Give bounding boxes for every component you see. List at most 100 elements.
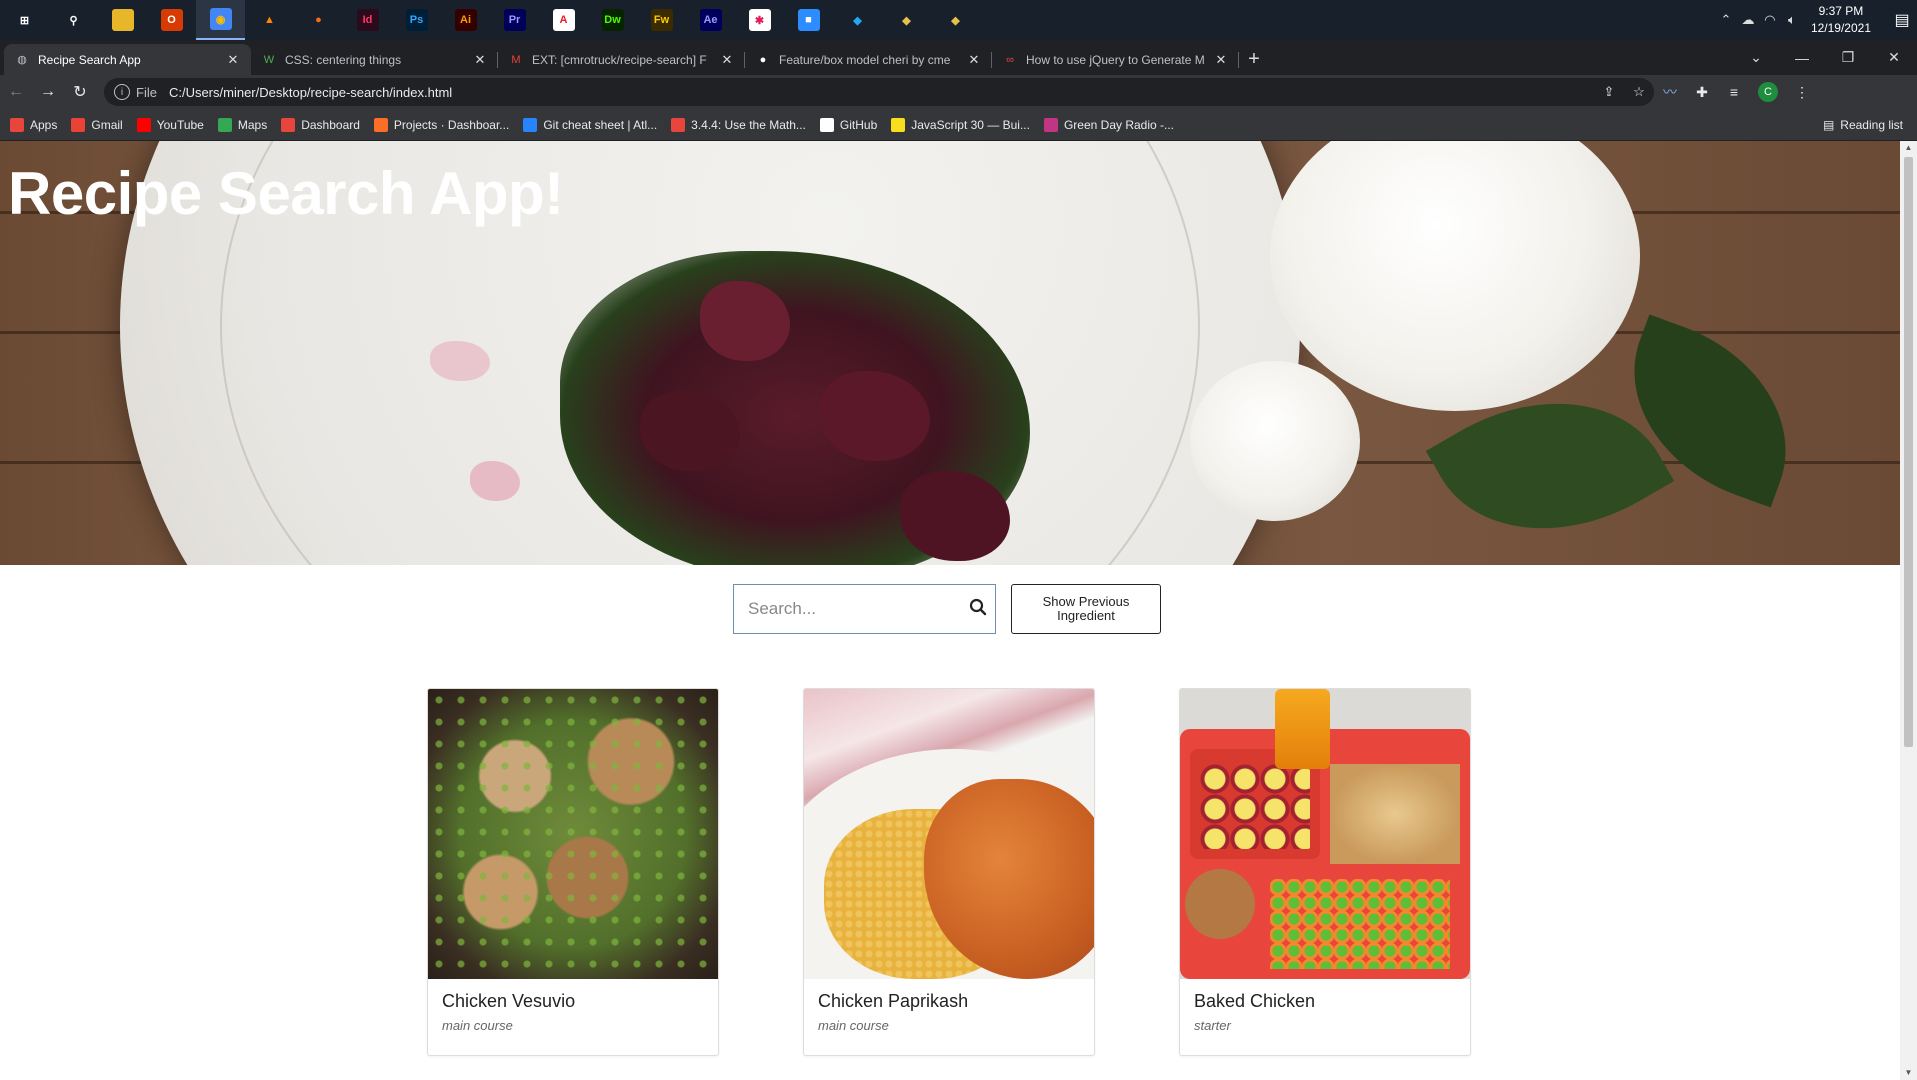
taskbar-fireworks-icon[interactable]: Fw: [637, 0, 686, 40]
recipe-category: main course: [442, 1018, 513, 1033]
taskbar-git-kraken-2-icon[interactable]: ◆: [931, 0, 980, 40]
tab-close-icon[interactable]: ✕: [1213, 52, 1229, 68]
taskbar-photoshop-icon[interactable]: Ps: [392, 0, 441, 40]
taskbar-illustrator-icon[interactable]: Ai: [441, 0, 490, 40]
tab-search-icon[interactable]: ⌄: [1733, 40, 1779, 75]
taskbar-vscode-icon[interactable]: ◆: [833, 0, 882, 40]
taskbar-app-orange-icon[interactable]: ●: [294, 0, 343, 40]
tab-label: Feature/box model cheri by cme: [779, 52, 951, 67]
scroll-up-icon[interactable]: ▲: [1900, 141, 1917, 155]
recipe-image[interactable]: [1180, 689, 1470, 979]
bookmark-item[interactable]: JavaScript 30 — Bui...: [891, 117, 1030, 132]
new-tab-button[interactable]: +: [1239, 44, 1269, 75]
tab-close-icon[interactable]: ✕: [472, 52, 488, 68]
tab-close-icon[interactable]: ✕: [719, 52, 735, 68]
tab-4[interactable]: ∞ How to use jQuery to Generate M ✕: [992, 44, 1239, 75]
scroll-down-icon[interactable]: ▼: [1900, 1066, 1917, 1080]
taskbar-office-icon[interactable]: O: [147, 0, 196, 40]
taskbar-dreamweaver-icon[interactable]: Dw: [588, 0, 637, 40]
recipe-image[interactable]: [804, 689, 1094, 979]
taskbar-acrobat-icon[interactable]: A: [539, 0, 588, 40]
tab-0[interactable]: ◍ Recipe Search App ✕: [4, 44, 251, 75]
recipe-card-list: Chicken Vesuvio main course Chicken Papr…: [427, 688, 1471, 1056]
bookmark-favicon-icon: [136, 117, 151, 132]
extension-icon[interactable]: 〰: [1654, 82, 1686, 102]
avatar[interactable]: C: [1758, 82, 1778, 102]
tab-2[interactable]: M EXT: [cmrotruck/recipe-search] F ✕: [498, 44, 745, 75]
forward-button[interactable]: →: [32, 76, 64, 108]
bookmark-favicon-icon: [71, 117, 86, 132]
taskbar-indesign-icon[interactable]: Id: [343, 0, 392, 40]
recipe-image[interactable]: [428, 689, 718, 979]
clock[interactable]: 9:37 PM 12/19/2021: [1811, 3, 1871, 37]
info-icon[interactable]: i: [114, 84, 130, 100]
share-icon[interactable]: ⇪: [1594, 84, 1624, 100]
taskbar-file-explorer-icon[interactable]: ▬: [98, 0, 147, 40]
taskbar-zoom-icon[interactable]: ■: [784, 0, 833, 40]
taskbar-git-kraken-1-icon[interactable]: ◆: [882, 0, 931, 40]
notifications-icon[interactable]: ▤: [1887, 0, 1917, 40]
search-icon[interactable]: [969, 598, 987, 621]
search-icon: ⚲: [69, 14, 78, 27]
bookmark-item[interactable]: 3.4.4: Use the Math...: [671, 117, 806, 132]
search-input[interactable]: [748, 599, 969, 619]
clock-time: 9:37 PM: [1818, 4, 1864, 18]
recipe-card[interactable]: Chicken Paprikash main course: [803, 688, 1095, 1056]
bookmark-favicon-icon: [281, 117, 296, 132]
reading-list-icon: ▤: [1822, 118, 1835, 132]
bookmark-label: 3.4.4: Use the Math...: [691, 117, 806, 132]
taskbar-search-icon[interactable]: ⚲: [49, 0, 98, 40]
tab-close-icon[interactable]: ✕: [966, 52, 982, 68]
recipe-card[interactable]: Chicken Vesuvio main course: [427, 688, 719, 1056]
minimize-button[interactable]: —: [1779, 40, 1825, 75]
url-text[interactable]: C:/Users/miner/Desktop/recipe-search/ind…: [169, 85, 452, 100]
photoshop-icon: Ps: [405, 9, 428, 31]
bookmark-label: Projects · Dashboar...: [393, 117, 510, 132]
bookmark-item[interactable]: Projects · Dashboar...: [373, 117, 510, 132]
bookmark-item[interactable]: Maps: [217, 117, 267, 132]
tab-close-icon[interactable]: ✕: [225, 52, 241, 68]
show-previous-ingredient-button[interactable]: Show Previous Ingredient: [1011, 584, 1161, 634]
tab-favicon-icon: ∞: [1006, 53, 1014, 66]
scrollbar-thumb[interactable]: [1904, 157, 1913, 747]
volume-icon[interactable]: 🔈︎: [1781, 12, 1803, 28]
tab-1[interactable]: W CSS: centering things ✕: [251, 44, 498, 75]
zoom-icon: ■: [797, 9, 820, 31]
reading-list-label: Reading list: [1840, 118, 1903, 132]
bookmark-item[interactable]: Green Day Radio -...: [1043, 117, 1174, 132]
taskbar-chrome-icon[interactable]: ◉: [196, 0, 245, 40]
wifi-icon[interactable]: ◠: [1759, 12, 1781, 28]
clock-date: 12/19/2021: [1810, 21, 1871, 35]
taskbar-vlc-icon[interactable]: ▲: [245, 0, 294, 40]
bookmark-item[interactable]: GitHub: [819, 117, 877, 132]
bookmark-item[interactable]: Gmail: [71, 117, 123, 132]
taskbar-slack-icon[interactable]: ✱: [735, 0, 784, 40]
close-window-button[interactable]: ✕: [1871, 40, 1917, 75]
puzzle-icon[interactable]: ✚: [1686, 84, 1718, 101]
bookmark-item[interactable]: Dashboard: [281, 117, 360, 132]
tab-favicon-icon: ◍: [17, 54, 27, 66]
tab-3[interactable]: ● Feature/box model cheri by cme ✕: [745, 44, 992, 75]
address-bar[interactable]: i File C:/Users/miner/Desktop/recipe-sea…: [104, 78, 1654, 106]
bookmark-favicon-icon: [819, 117, 834, 132]
browser-toolbar: ← → ↻ i File C:/Users/miner/Desktop/reci…: [0, 75, 1917, 109]
back-button[interactable]: ←: [0, 76, 32, 108]
bookmark-star-icon[interactable]: ☆: [1624, 84, 1654, 100]
reading-list-button[interactable]: ▤ Reading list: [1823, 109, 1903, 141]
taskbar-windows-start-icon[interactable]: ⊞: [0, 0, 49, 40]
recipe-card[interactable]: Baked Chicken starter: [1179, 688, 1471, 1056]
onedrive-icon[interactable]: ☁: [1737, 12, 1759, 28]
recipe-category: starter: [1194, 1018, 1231, 1033]
bookmark-item[interactable]: YouTube: [136, 117, 204, 132]
media-icon[interactable]: ≡: [1718, 84, 1750, 100]
scrollbar[interactable]: ▲ ▼: [1900, 141, 1917, 1080]
bookmark-item[interactable]: Apps: [10, 117, 58, 132]
bookmark-item[interactable]: Git cheat sheet | Atl...: [523, 117, 657, 132]
taskbar-after-effects-icon[interactable]: Ae: [686, 0, 735, 40]
restore-button[interactable]: ❐: [1825, 40, 1871, 75]
menu-kebab-icon[interactable]: ⋮: [1786, 84, 1818, 101]
reload-button[interactable]: ↻: [64, 76, 96, 108]
taskbar-premiere-icon[interactable]: Pr: [490, 0, 539, 40]
chevron-up-icon[interactable]: ⌃: [1715, 12, 1737, 28]
bookmark-label: Apps: [30, 117, 58, 132]
